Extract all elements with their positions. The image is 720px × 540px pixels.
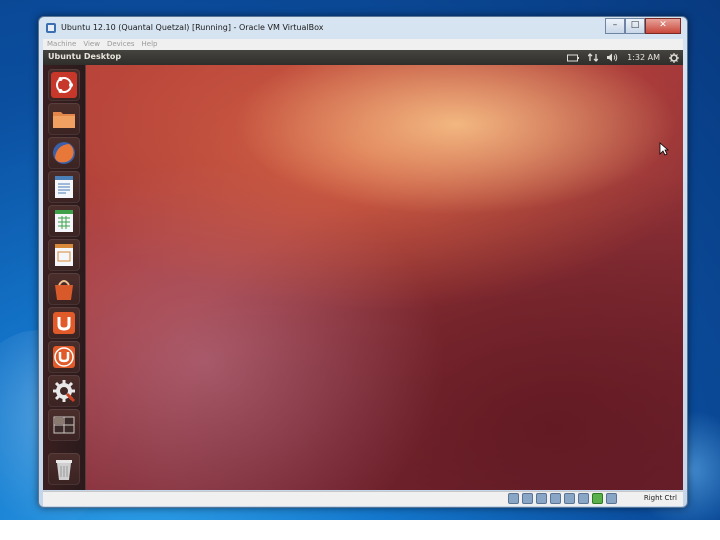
panel-title: Ubuntu Desktop: [48, 52, 122, 61]
mouse-pointer-icon: [659, 142, 669, 156]
keyboard-capture-icon[interactable]: [606, 493, 617, 504]
vbox-statusbar: Right Ctrl: [43, 491, 683, 506]
menu-view[interactable]: View: [83, 39, 100, 50]
display-icon[interactable]: [578, 493, 589, 504]
firefox-icon[interactable]: [48, 137, 80, 169]
guest-display[interactable]: Ubuntu Desktop 1:32 AM: [43, 50, 683, 490]
files-icon[interactable]: [48, 103, 80, 135]
battery-icon[interactable]: [567, 54, 580, 62]
menu-help[interactable]: Help: [142, 39, 158, 50]
usb-icon[interactable]: [536, 493, 547, 504]
libreoffice-writer-icon[interactable]: [48, 171, 80, 203]
workspace-switcher-icon[interactable]: [48, 409, 80, 441]
network-icon[interactable]: [588, 53, 599, 62]
screen: Ubuntu 12.10 (Quantal Quetzal) [Running]…: [0, 0, 720, 540]
optical-drive-icon[interactable]: [522, 493, 533, 504]
virtualbox-window: Ubuntu 12.10 (Quantal Quetzal) [Running]…: [38, 16, 688, 508]
ubuntu-one-music-icon[interactable]: [48, 341, 80, 373]
unity-top-panel: Ubuntu Desktop 1:32 AM: [43, 50, 683, 65]
dash-home-icon[interactable]: [48, 69, 80, 101]
close-icon[interactable]: ✕: [645, 18, 681, 34]
minimize-icon[interactable]: –: [605, 18, 625, 34]
maximize-icon[interactable]: □: [625, 18, 645, 34]
software-center-icon[interactable]: [48, 273, 80, 305]
libreoffice-calc-icon[interactable]: [48, 205, 80, 237]
virtualbox-app-icon: [46, 23, 56, 33]
host-key-label: Right Ctrl: [643, 494, 677, 502]
ubuntu-wallpaper[interactable]: [85, 65, 683, 490]
ubuntu-one-icon[interactable]: [48, 307, 80, 339]
libreoffice-impress-icon[interactable]: [48, 239, 80, 271]
volume-icon[interactable]: [607, 53, 618, 62]
menubar: Machine View Devices Help: [43, 39, 683, 50]
caption-buttons: – □ ✕: [605, 18, 681, 34]
network-adapter-icon[interactable]: [564, 493, 575, 504]
menu-devices[interactable]: Devices: [107, 39, 135, 50]
shared-folders-icon[interactable]: [550, 493, 561, 504]
statusbar-icons: [505, 493, 617, 504]
mouse-integration-icon[interactable]: [592, 493, 603, 504]
trash-icon[interactable]: [48, 453, 80, 485]
system-settings-icon[interactable]: [48, 375, 80, 407]
window-titlebar[interactable]: Ubuntu 12.10 (Quantal Quetzal) [Running]…: [39, 17, 687, 39]
panel-indicators: 1:32 AM: [558, 50, 679, 65]
gear-icon[interactable]: [669, 52, 679, 63]
window-title: Ubuntu 12.10 (Quantal Quetzal) [Running]…: [61, 23, 324, 32]
hard-disk-icon[interactable]: [508, 493, 519, 504]
menu-machine[interactable]: Machine: [47, 39, 76, 50]
unity-launcher: [43, 65, 86, 490]
clock[interactable]: 1:32 AM: [627, 50, 660, 65]
